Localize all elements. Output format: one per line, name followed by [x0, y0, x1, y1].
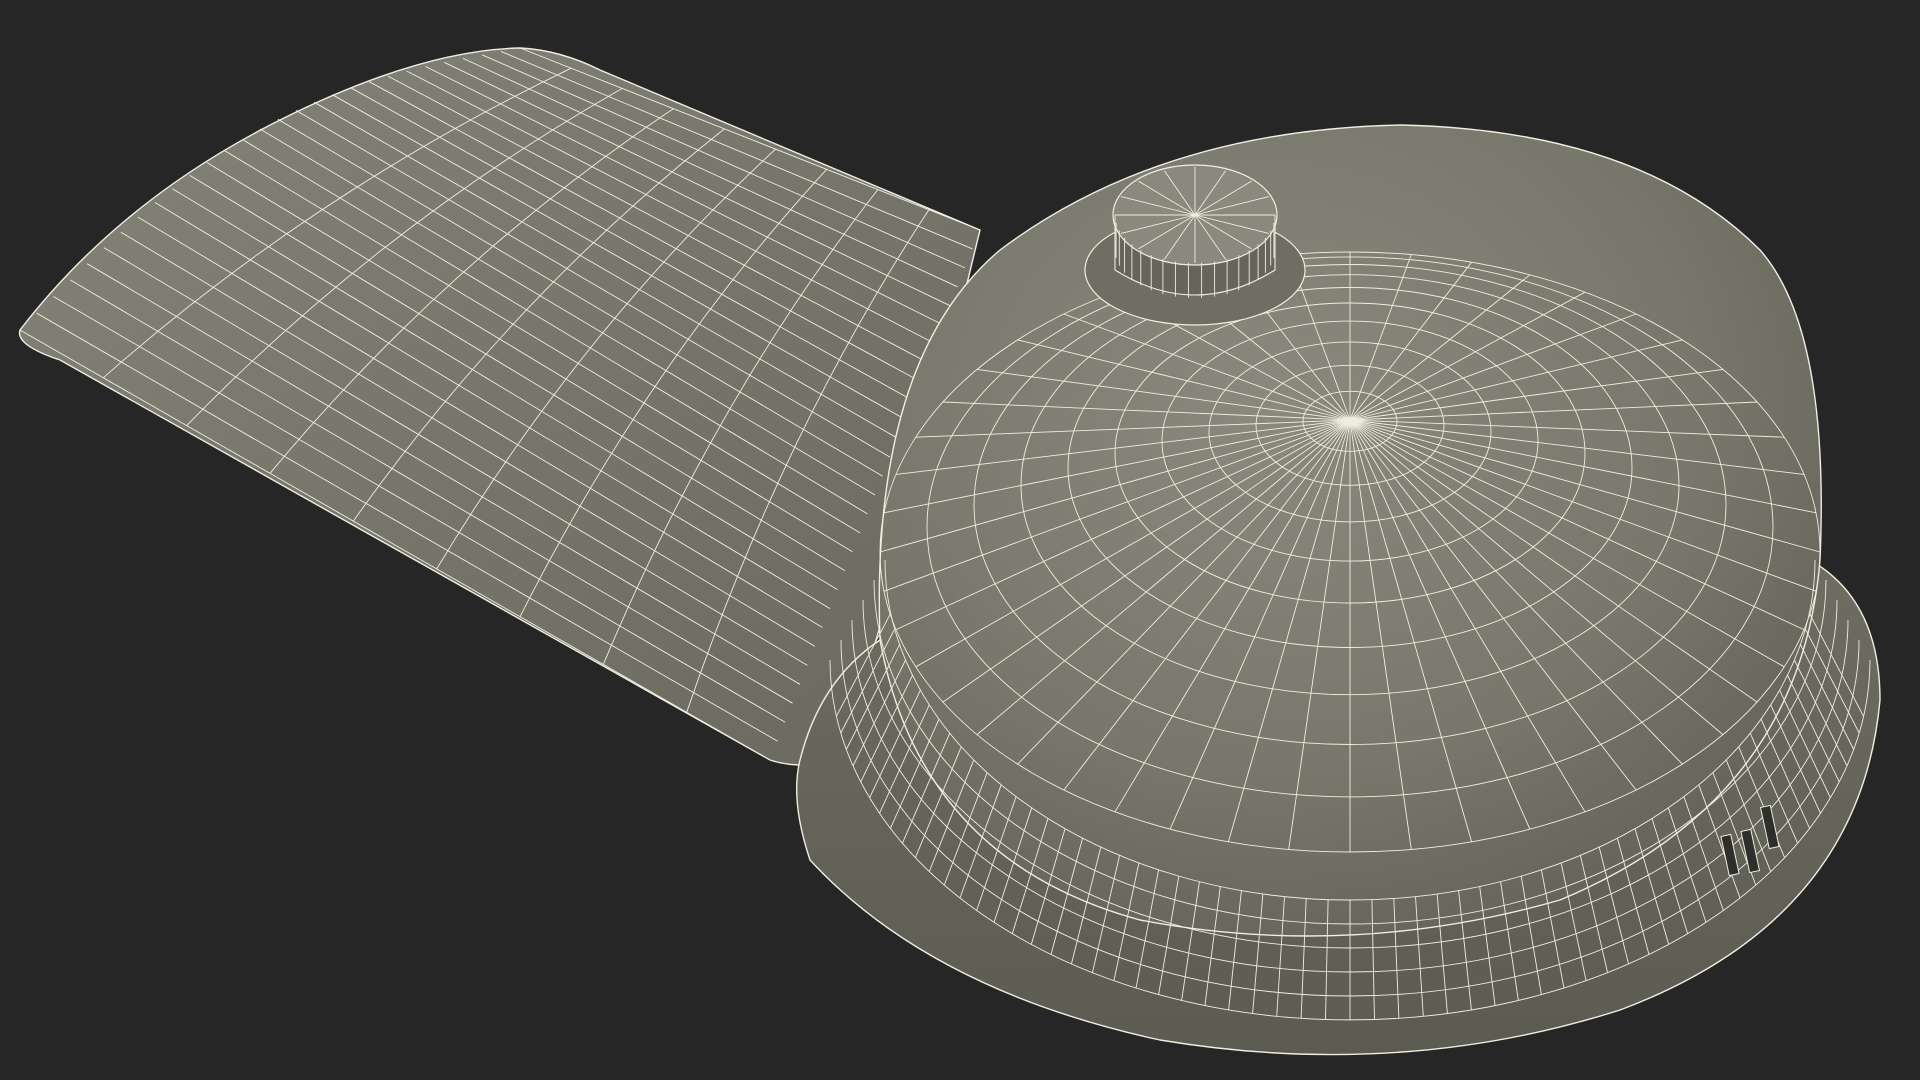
wireframe-render — [18, 47, 1881, 1056]
flap-surface — [18, 47, 981, 766]
flap-mesh — [18, 47, 981, 766]
render-viewport — [0, 0, 1920, 1080]
